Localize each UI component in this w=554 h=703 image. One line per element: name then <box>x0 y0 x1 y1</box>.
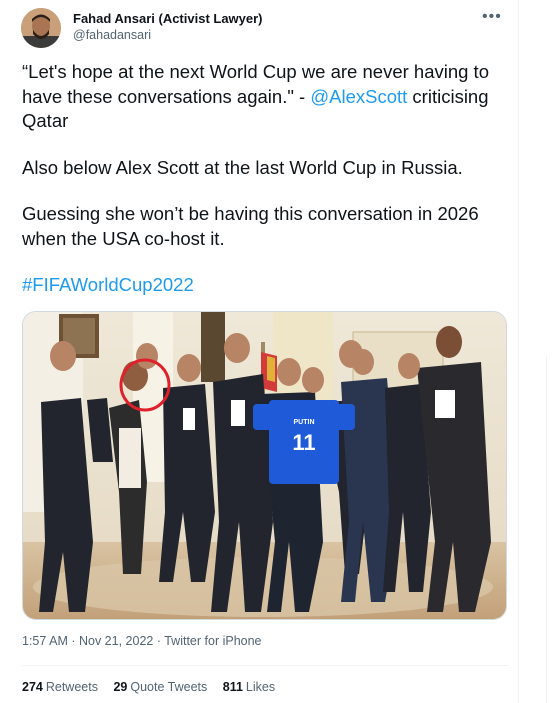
retweets-label: Retweets <box>45 680 98 694</box>
likes-count: 811 <box>222 680 243 694</box>
tweet-paragraph-3: Guessing she won’t be having this conver… <box>22 203 479 249</box>
author-handle[interactable]: @fahadansari <box>73 28 151 42</box>
tweet-date[interactable]: Nov 21, 2022 <box>79 634 153 648</box>
meta-separator: · <box>67 634 79 648</box>
tweet-time[interactable]: 1:57 AM <box>22 634 68 648</box>
tweet-text: “Let's hope at the next World Cup we are… <box>22 60 512 320</box>
tweet-photo[interactable]: PUTIN 11 <box>22 311 507 620</box>
quotes-count: 29 <box>113 680 128 694</box>
tweet-card: Fahad Ansari (Activist Lawyer) @fahadans… <box>0 0 519 703</box>
tweet-paragraph-1: “Let's hope at the next World Cup we are… <box>22 60 512 134</box>
author-display-name[interactable]: Fahad Ansari (Activist Lawyer) <box>73 11 263 26</box>
mention-link[interactable]: @AlexScott <box>310 86 407 107</box>
photo-image: PUTIN 11 <box>23 312 506 619</box>
likes-label: Likes <box>245 680 276 694</box>
more-options-icon[interactable]: ••• <box>482 8 502 26</box>
avatar-image <box>21 8 61 48</box>
quotes-label: Quote Tweets <box>130 680 208 694</box>
tweet-meta: 1:57 AM · Nov 21, 2022 · Twitter for iPh… <box>22 634 262 648</box>
divider <box>22 665 508 666</box>
retweets-count: 274 <box>22 680 43 694</box>
jersey-number: 11 <box>292 430 315 455</box>
tweet-source: Twitter for iPhone <box>164 634 262 648</box>
tweet-paragraph-2: Also below Alex Scott at the last World … <box>22 156 463 178</box>
quote-tweets-stat[interactable]: 29 Quote Tweets <box>113 680 207 694</box>
meta-separator-2: · <box>153 634 165 648</box>
avatar[interactable] <box>21 8 61 48</box>
likes-stat[interactable]: 811 Likes <box>223 680 275 694</box>
hashtag-link[interactable]: #FIFAWorldCup2022 <box>22 273 512 298</box>
retweets-stat[interactable]: 274 Retweets <box>22 680 98 694</box>
jersey-name: PUTIN <box>294 419 315 426</box>
tweet-stats: 274 Retweets 29 Quote Tweets 811 Likes <box>22 680 287 694</box>
sidebar-divider <box>546 355 547 703</box>
